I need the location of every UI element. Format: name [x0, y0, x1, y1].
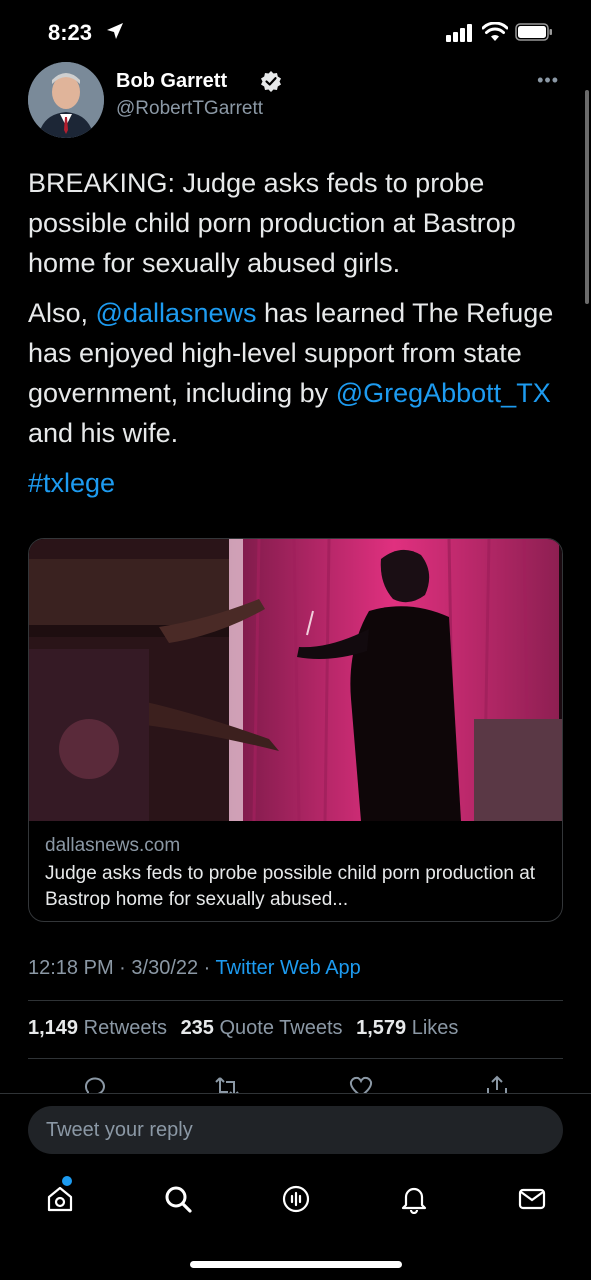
signal-icon [446, 24, 472, 42]
tweet-text: BREAKING: Judge asks feds to probe possi… [28, 163, 568, 513]
more-icon[interactable]: ••• [537, 70, 559, 91]
mail-icon [518, 1188, 546, 1210]
search-icon [165, 1186, 192, 1213]
meta-separator: · [198, 957, 216, 979]
tweet-date: 3/30/22 [131, 957, 199, 979]
tweet-stats: 1,149 Retweets 235 Quote Tweets 1,579 Li… [28, 1017, 458, 1040]
avatar[interactable] [28, 62, 104, 138]
tweet-time: 12:18 PM [28, 957, 114, 979]
wifi-icon [482, 22, 508, 41]
link-card[interactable]: dallasnews.com Judge asks feds to probe … [28, 538, 563, 922]
tab-search[interactable] [160, 1181, 196, 1217]
tweet-text-part: and his wife. [28, 418, 179, 448]
tweet-text-part: Also, [28, 298, 96, 328]
tab-notifications[interactable] [396, 1181, 432, 1217]
likes-label: Likes [411, 1017, 459, 1039]
tweet-meta: 12:18 PM · 3/30/22 · Twitter Web App [28, 957, 361, 980]
verified-badge-icon [261, 71, 281, 92]
card-title: Judge asks feds to probe possible child … [45, 863, 536, 910]
quotes-stat[interactable]: 235 Quote Tweets [181, 1017, 343, 1039]
spaces-icon [282, 1185, 310, 1213]
notification-dot [62, 1176, 72, 1186]
likes-count: 1,579 [356, 1017, 407, 1039]
tab-bar [0, 1163, 591, 1243]
reply-input[interactable] [28, 1106, 563, 1154]
tweet-header: Bob Garrett @RobertTGarrett ••• [28, 62, 563, 138]
likes-stat[interactable]: 1,579 Likes [356, 1017, 458, 1039]
card-image [29, 539, 562, 821]
retweets-label: Retweets [83, 1017, 167, 1039]
author-handle[interactable]: @RobertTGarrett [116, 98, 263, 120]
reply-bar [0, 1093, 591, 1163]
home-indicator[interactable] [190, 1261, 402, 1268]
mention-link[interactable]: @dallasnews [96, 298, 257, 328]
tweet-source-link[interactable]: Twitter Web App [216, 957, 361, 979]
tab-home[interactable] [42, 1181, 78, 1217]
hashtag-link[interactable]: #txlege [28, 468, 115, 498]
location-arrow-icon [107, 23, 123, 39]
scrollbar[interactable] [585, 90, 589, 304]
status-time: 8:23 [48, 20, 93, 45]
quotes-label: Quote Tweets [219, 1017, 343, 1039]
home-icon [47, 1186, 73, 1212]
status-bar: 8:23 [0, 0, 591, 62]
meta-separator: · [113, 957, 132, 979]
card-domain: dallasnews.com [45, 835, 181, 856]
battery-icon [515, 23, 552, 41]
mention-link[interactable]: @GregAbbott_TX [336, 378, 551, 408]
divider [28, 1000, 563, 1001]
author-name[interactable]: Bob Garrett [116, 70, 227, 93]
retweets-stat[interactable]: 1,149 Retweets [28, 1017, 167, 1039]
tab-spaces[interactable] [278, 1181, 314, 1217]
bell-icon [401, 1187, 427, 1214]
tab-messages[interactable] [514, 1181, 550, 1217]
tweet-paragraph-1: BREAKING: Judge asks feds to probe possi… [28, 168, 516, 278]
avatar-image [28, 62, 104, 138]
divider [28, 1058, 563, 1059]
tweet-paragraph-2: Also, @dallasnews has learned The Refuge… [28, 293, 568, 453]
quotes-count: 235 [180, 1017, 214, 1039]
retweets-count: 1,149 [28, 1017, 79, 1039]
